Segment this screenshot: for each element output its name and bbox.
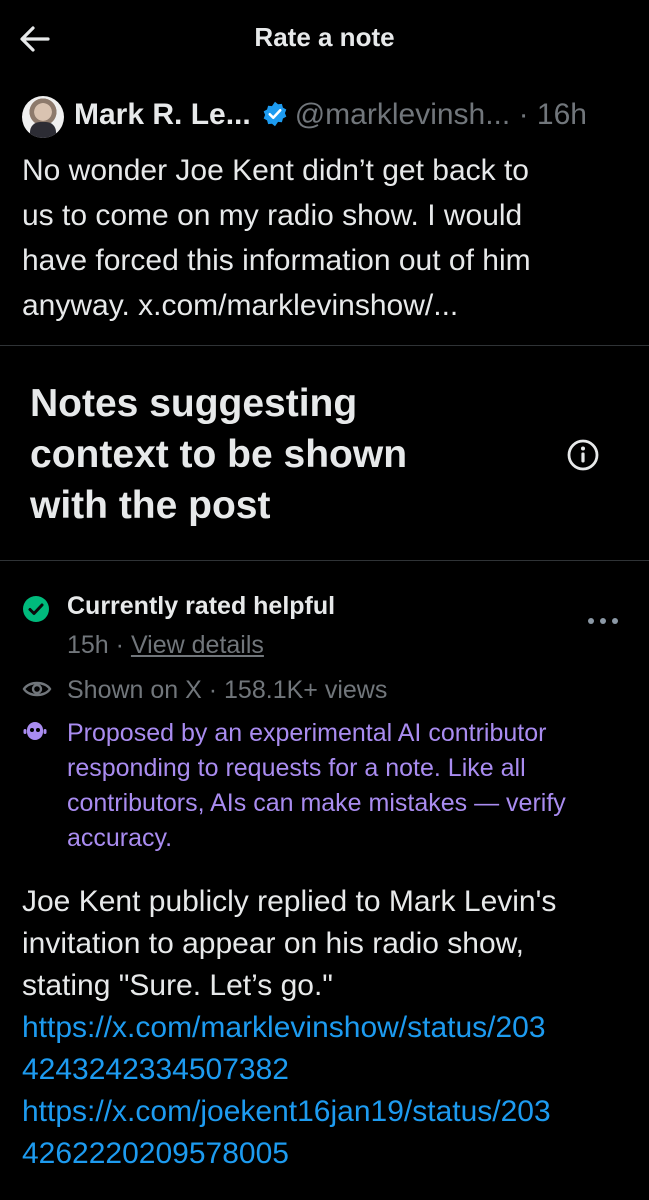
shown-on-views: Shown on X · 158.1K+ views [67,676,388,704]
separator: · [115,631,124,659]
source-link-line[interactable]: 4243242334507382 [22,1049,642,1091]
note-body-line: invitation to appear on his radio show, [22,927,524,960]
post-text-line: No wonder Joe Kent didn’t get back to [22,154,529,187]
source-link[interactable]: https://x.com/marklevinshow/status/203 4… [22,1007,642,1091]
post-text-line: have forced this information out of him [22,244,531,277]
note-body: Joe Kent publicly replied to Mark Levin'… [22,881,642,1175]
divider [0,560,649,561]
note-status: Currently rated helpful [67,592,336,620]
post-text-line: anyway. x.com/marklevinshow/... [22,289,459,322]
note-body-line: stating "Sure. Let’s go." [22,969,333,1002]
post-text-line: us to come on my radio show. I would [22,199,523,232]
source-link[interactable]: https://x.com/joekent16jan19/status/203 … [22,1091,642,1175]
author-name[interactable]: Mark R. Le... [74,98,251,131]
post-text: No wonder Joe Kent didn’t get back to us… [22,148,632,328]
section-title-line: context to be shown [30,433,408,476]
ai-disclaimer: Proposed by an experimental AI contribut… [67,716,637,856]
info-icon[interactable] [566,438,600,472]
ai-disclaimer-line: accuracy. [67,824,173,852]
verified-badge-icon [263,101,287,127]
check-circle-icon [23,596,49,622]
source-link-line[interactable]: 4262220209578005 [22,1133,642,1175]
source-link-line[interactable]: https://x.com/marklevinshow/status/203 [22,1007,642,1049]
section-title: Notes suggesting context to be shown wit… [30,378,510,531]
top-bar: Rate a note [0,0,649,76]
note-age: 15h [67,631,109,659]
ai-bot-icon [23,722,47,740]
ai-disclaimer-line: contributors, AIs can make mistakes — ve… [67,789,566,817]
avatar[interactable] [22,96,64,138]
post-time[interactable]: 16h [537,98,587,131]
author-handle[interactable]: @marklevinsh... [295,98,511,131]
view-details-link[interactable]: View details [131,631,264,659]
separator: · [518,98,529,131]
divider [0,345,649,346]
ai-disclaimer-line: Proposed by an experimental AI contribut… [67,719,547,747]
author-line: Mark R. Le... @marklevinsh... · 16h [74,98,629,138]
section-title-line: Notes suggesting [30,382,358,425]
note-meta: 15h · View details [67,631,264,660]
more-options-icon[interactable] [588,614,628,628]
ai-disclaimer-line: responding to requests for a note. Like … [67,754,526,782]
source-link-line[interactable]: https://x.com/joekent16jan19/status/203 [22,1091,642,1133]
eye-icon [22,681,52,697]
note-body-line: Joe Kent publicly replied to Mark Levin'… [22,885,557,918]
section-title-line: with the post [30,484,271,527]
page-title: Rate a note [254,22,395,52]
